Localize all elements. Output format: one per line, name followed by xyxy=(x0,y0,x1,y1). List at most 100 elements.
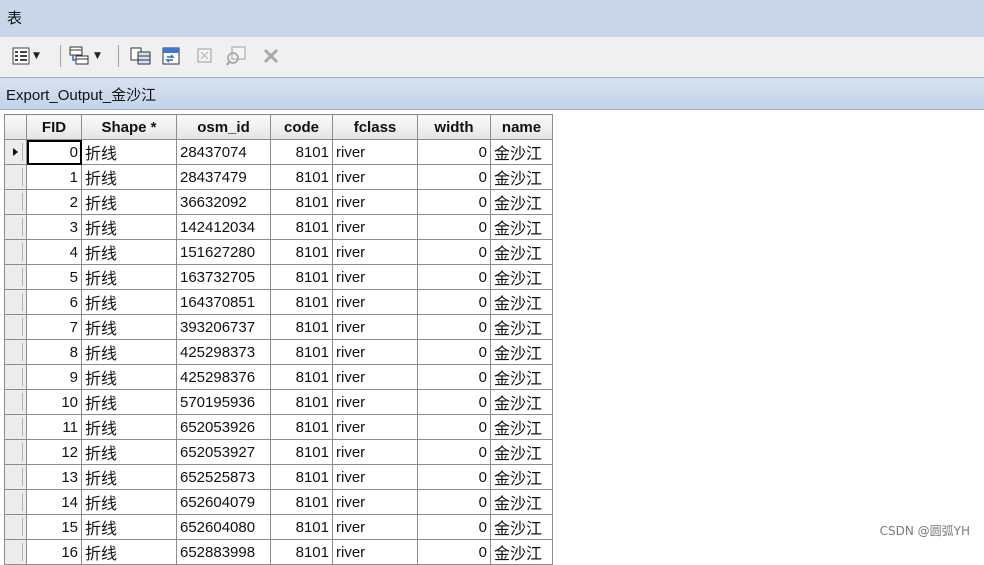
cell-code[interactable]: 8101 xyxy=(270,339,333,365)
cell-code[interactable]: 8101 xyxy=(270,364,333,390)
cell-fclass[interactable]: river xyxy=(332,514,418,540)
cell-name[interactable]: 金沙江 xyxy=(490,239,553,265)
table-row[interactable]: 10 折线 570195936 8101 river 0 金沙江 xyxy=(4,389,553,415)
cell-fid[interactable]: 11 xyxy=(26,414,82,440)
cell-width[interactable]: 0 xyxy=(417,489,491,515)
cell-name[interactable]: 金沙江 xyxy=(490,414,553,440)
table-options-button[interactable]: ▼ xyxy=(12,45,40,67)
cell-osm-id[interactable]: 393206737 xyxy=(176,314,271,340)
row-selector[interactable] xyxy=(4,414,27,440)
table-row[interactable]: 11 折线 652053926 8101 river 0 金沙江 xyxy=(4,414,553,440)
cell-fclass[interactable]: river xyxy=(332,214,418,240)
row-selector[interactable] xyxy=(4,489,27,515)
table-row[interactable]: 8 折线 425298373 8101 river 0 金沙江 xyxy=(4,339,553,365)
table-row[interactable]: 0 折线 28437074 8101 river 0 金沙江 xyxy=(4,139,553,165)
cell-fid[interactable]: 2 xyxy=(26,189,82,215)
cell-osm-id[interactable]: 425298373 xyxy=(176,339,271,365)
cell-fid[interactable]: 9 xyxy=(26,364,82,390)
cell-fid[interactable]: 12 xyxy=(26,439,82,465)
cell-width[interactable]: 0 xyxy=(417,164,491,190)
cell-fclass[interactable]: river xyxy=(332,239,418,265)
cell-width[interactable]: 0 xyxy=(417,139,491,165)
cell-fclass[interactable]: river xyxy=(332,314,418,340)
cell-code[interactable]: 8101 xyxy=(270,464,333,490)
row-selector[interactable] xyxy=(4,339,27,365)
cell-osm-id[interactable]: 425298376 xyxy=(176,364,271,390)
cell-fid[interactable]: 5 xyxy=(26,264,82,290)
cell-fid[interactable]: 6 xyxy=(26,289,82,315)
table-row[interactable]: 13 折线 652525873 8101 river 0 金沙江 xyxy=(4,464,553,490)
cell-name[interactable]: 金沙江 xyxy=(490,389,553,415)
cell-fid[interactable]: 4 xyxy=(26,239,82,265)
cell-code[interactable]: 8101 xyxy=(270,214,333,240)
cell-name[interactable]: 金沙江 xyxy=(490,489,553,515)
cell-fid[interactable]: 8 xyxy=(26,339,82,365)
cell-osm-id[interactable]: 652604079 xyxy=(176,489,271,515)
cell-osm-id[interactable]: 28437074 xyxy=(176,139,271,165)
cell-fid[interactable]: 13 xyxy=(26,464,82,490)
cell-fclass[interactable]: river xyxy=(332,489,418,515)
row-selector-header[interactable] xyxy=(4,114,27,140)
cell-fid[interactable]: 16 xyxy=(26,539,82,565)
column-header-osm-id[interactable]: osm_id xyxy=(176,114,271,140)
cell-name[interactable]: 金沙江 xyxy=(490,289,553,315)
cell-shape[interactable]: 折线 xyxy=(81,189,177,215)
cell-code[interactable]: 8101 xyxy=(270,189,333,215)
cell-fclass[interactable]: river xyxy=(332,364,418,390)
table-row[interactable]: 2 折线 36632092 8101 river 0 金沙江 xyxy=(4,189,553,215)
cell-shape[interactable]: 折线 xyxy=(81,139,177,165)
cell-osm-id[interactable]: 652525873 xyxy=(176,464,271,490)
table-row[interactable]: 3 折线 142412034 8101 river 0 金沙江 xyxy=(4,214,553,240)
cell-code[interactable]: 8101 xyxy=(270,264,333,290)
cell-code[interactable]: 8101 xyxy=(270,489,333,515)
column-header-width[interactable]: width xyxy=(417,114,491,140)
cell-shape[interactable]: 折线 xyxy=(81,539,177,565)
select-by-attributes-button[interactable] xyxy=(130,45,152,67)
cell-name[interactable]: 金沙江 xyxy=(490,539,553,565)
column-header-shape[interactable]: Shape * xyxy=(81,114,177,140)
cell-name[interactable]: 金沙江 xyxy=(490,214,553,240)
cell-osm-id[interactable]: 28437479 xyxy=(176,164,271,190)
cell-shape[interactable]: 折线 xyxy=(81,464,177,490)
cell-width[interactable]: 0 xyxy=(417,414,491,440)
cell-code[interactable]: 8101 xyxy=(270,439,333,465)
cell-fid[interactable]: 7 xyxy=(26,314,82,340)
cell-width[interactable]: 0 xyxy=(417,314,491,340)
row-selector[interactable] xyxy=(4,214,27,240)
cell-name[interactable]: 金沙江 xyxy=(490,264,553,290)
column-header-name[interactable]: name xyxy=(490,114,553,140)
row-selector[interactable] xyxy=(4,539,27,565)
cell-code[interactable]: 8101 xyxy=(270,414,333,440)
cell-fclass[interactable]: river xyxy=(332,289,418,315)
cell-width[interactable]: 0 xyxy=(417,264,491,290)
table-row[interactable]: 15 折线 652604080 8101 river 0 金沙江 xyxy=(4,514,553,540)
cell-fclass[interactable]: river xyxy=(332,439,418,465)
cell-width[interactable]: 0 xyxy=(417,239,491,265)
cell-name[interactable]: 金沙江 xyxy=(490,464,553,490)
cell-fclass[interactable]: river xyxy=(332,139,418,165)
cell-code[interactable]: 8101 xyxy=(270,139,333,165)
row-selector[interactable] xyxy=(4,289,27,315)
cell-code[interactable]: 8101 xyxy=(270,239,333,265)
cell-shape[interactable]: 折线 xyxy=(81,239,177,265)
row-selector[interactable] xyxy=(4,464,27,490)
cell-fid[interactable]: 1 xyxy=(26,164,82,190)
cell-osm-id[interactable]: 164370851 xyxy=(176,289,271,315)
row-selector[interactable] xyxy=(4,364,27,390)
cell-shape[interactable]: 折线 xyxy=(81,489,177,515)
cell-width[interactable]: 0 xyxy=(417,289,491,315)
table-row[interactable]: 4 折线 151627280 8101 river 0 金沙江 xyxy=(4,239,553,265)
cell-fclass[interactable]: river xyxy=(332,339,418,365)
cell-fid[interactable]: 10 xyxy=(26,389,82,415)
cell-shape[interactable]: 折线 xyxy=(81,264,177,290)
row-selector[interactable] xyxy=(4,389,27,415)
column-header-fid[interactable]: FID xyxy=(26,114,82,140)
cell-width[interactable]: 0 xyxy=(417,339,491,365)
cell-fclass[interactable]: river xyxy=(332,189,418,215)
row-selector[interactable] xyxy=(4,264,27,290)
cell-osm-id[interactable]: 652053926 xyxy=(176,414,271,440)
delete-selected-button[interactable] xyxy=(262,45,280,67)
table-row[interactable]: 14 折线 652604079 8101 river 0 金沙江 xyxy=(4,489,553,515)
cell-fclass[interactable]: river xyxy=(332,389,418,415)
cell-name[interactable]: 金沙江 xyxy=(490,139,553,165)
